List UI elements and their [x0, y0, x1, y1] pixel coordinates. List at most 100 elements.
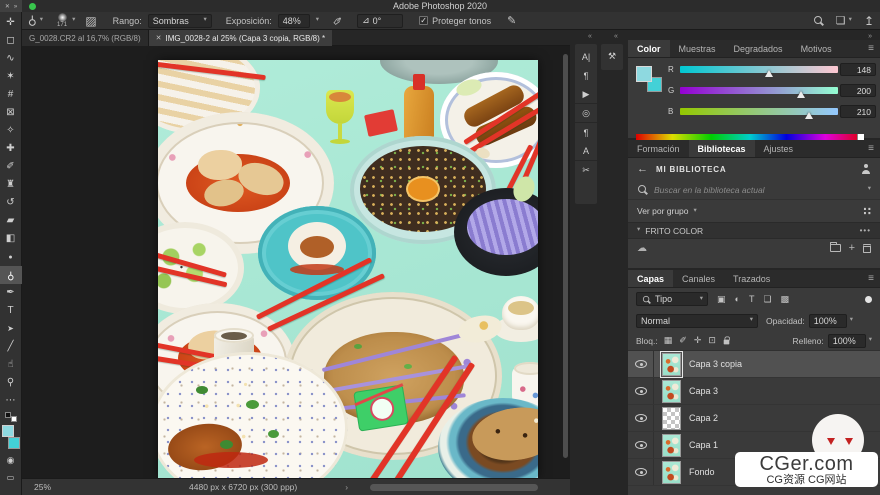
- pen-tool[interactable]: ✒: [0, 284, 22, 302]
- panel-menu-icon[interactable]: ≡: [868, 273, 874, 284]
- search-icon[interactable]: [813, 15, 824, 26]
- layer-visibility-toggle[interactable]: [628, 459, 654, 485]
- collapse-panels-icon[interactable]: «: [614, 33, 618, 40]
- tool-preset-dropdown[interactable]: ⚲ ▾: [28, 14, 43, 28]
- type-tool[interactable]: T: [0, 302, 22, 320]
- new-group-icon[interactable]: [830, 244, 841, 252]
- exposure-input[interactable]: 48%: [278, 14, 310, 28]
- library-group-row[interactable]: ▾ FRITO COLOR •••: [628, 222, 880, 239]
- layer-visibility-toggle[interactable]: [628, 351, 654, 377]
- back-icon[interactable]: ←: [637, 163, 648, 175]
- toolbar-collapse-icon[interactable]: »: [14, 4, 17, 10]
- filter-smart-objects-icon[interactable]: ▩: [781, 294, 790, 305]
- marquee-tool[interactable]: ◻: [0, 32, 22, 50]
- filter-adjustment-layers-icon[interactable]: ◐: [735, 294, 740, 304]
- layer-thumbnail[interactable]: [662, 434, 681, 457]
- crop-tool[interactable]: #: [0, 86, 22, 104]
- blue-slider[interactable]: [680, 108, 838, 115]
- layer-filter-select[interactable]: Tipo ▾: [636, 292, 708, 306]
- delete-icon[interactable]: [863, 244, 871, 253]
- opacity-input[interactable]: 100%: [809, 314, 847, 328]
- paragraph-styles-panel-icon[interactable]: ¶: [575, 123, 597, 142]
- tab-capas[interactable]: Capas: [628, 270, 673, 287]
- color-swatches[interactable]: [636, 66, 662, 92]
- chevron-down-icon[interactable]: ▾: [316, 17, 319, 24]
- layer-name[interactable]: Capa 2: [689, 413, 718, 423]
- frame-tool[interactable]: ⊠: [0, 104, 22, 122]
- filter-toggle-icon[interactable]: [865, 296, 872, 303]
- close-icon[interactable]: ✕: [156, 34, 162, 42]
- view-by-group[interactable]: Ver por grupo ▾ ∷: [628, 200, 880, 222]
- collaborate-icon[interactable]: [861, 164, 871, 174]
- brush-tool[interactable]: ✐: [0, 158, 22, 176]
- timeline-panel-icon[interactable]: ▶: [575, 85, 597, 104]
- paragraph-panel-icon[interactable]: ¶: [575, 66, 597, 85]
- green-value[interactable]: 200: [840, 84, 876, 97]
- tab-muestras[interactable]: Muestras: [670, 40, 725, 57]
- layer-thumbnail[interactable]: [662, 353, 681, 376]
- eraser-tool[interactable]: ▰: [0, 212, 22, 230]
- tab-bibliotecas[interactable]: Bibliotecas: [689, 140, 755, 157]
- history-brush-tool[interactable]: ↺: [0, 194, 22, 212]
- zoom-level[interactable]: 25%: [34, 482, 51, 492]
- lock-artboard-icon[interactable]: ⊡: [708, 335, 716, 346]
- screen-mode-button[interactable]: ▭: [0, 469, 22, 487]
- fill-input[interactable]: 100%: [828, 334, 866, 348]
- blend-mode-select[interactable]: Normal ▾: [636, 314, 758, 328]
- foreground-color-swatch[interactable]: [2, 425, 14, 437]
- filter-type-layers-icon[interactable]: T: [749, 294, 755, 304]
- color-swatches[interactable]: [2, 425, 20, 449]
- quick-selection-tool[interactable]: ✶: [0, 68, 22, 86]
- more-options-icon[interactable]: •••: [860, 226, 871, 235]
- red-slider-thumb[interactable]: [765, 70, 773, 77]
- character-panel-icon[interactable]: A|: [575, 47, 597, 66]
- red-value[interactable]: 148: [840, 63, 876, 76]
- protect-tones-checkbox[interactable]: ✓ Proteger tonos: [419, 16, 491, 26]
- lock-all-icon[interactable]: [724, 340, 730, 345]
- traffic-light-green[interactable]: [29, 3, 36, 10]
- eyedropper-tool[interactable]: ✧: [0, 122, 22, 140]
- workspace-switcher[interactable]: ❏ ▾: [836, 14, 852, 27]
- lock-pixels-icon[interactable]: ✐: [679, 335, 687, 346]
- tab-color[interactable]: Color: [628, 40, 670, 57]
- brush-panel-toggle-icon[interactable]: ▨: [85, 14, 96, 28]
- canvas-horizontal-scrollbar[interactable]: [370, 484, 538, 491]
- lock-transparency-icon[interactable]: ▦: [664, 335, 673, 346]
- expand-panels-icon[interactable]: »: [868, 33, 872, 40]
- move-tool[interactable]: ✛: [0, 14, 22, 32]
- lasso-tool[interactable]: ∿: [0, 50, 22, 68]
- layer-name[interactable]: Capa 3: [689, 386, 718, 396]
- default-colors-control[interactable]: [4, 412, 18, 422]
- tab-degradados[interactable]: Degradados: [725, 40, 792, 57]
- layer-thumbnail[interactable]: [662, 380, 681, 403]
- tool-presets-panel-icon[interactable]: ✂: [575, 161, 597, 180]
- clone-stamp-tool[interactable]: ♜: [0, 176, 22, 194]
- character-styles-panel-icon[interactable]: A: [575, 142, 597, 161]
- chevron-down-icon[interactable]: ▾: [869, 337, 872, 344]
- layer-row-capa3[interactable]: Capa 3: [628, 378, 880, 405]
- background-color-swatch[interactable]: [8, 437, 20, 449]
- tab-ajustes[interactable]: Ajustes: [755, 140, 803, 157]
- document-image[interactable]: [158, 60, 538, 478]
- blue-slider-thumb[interactable]: [805, 112, 813, 119]
- tab-canales[interactable]: Canales: [673, 270, 724, 287]
- status-chevron-icon[interactable]: ›: [345, 482, 348, 492]
- add-item-icon[interactable]: +: [849, 242, 855, 254]
- hand-tool[interactable]: ☝: [0, 356, 22, 374]
- canvas-vertical-scrollbar[interactable]: [563, 54, 568, 458]
- green-slider[interactable]: [680, 87, 838, 94]
- path-selection-tool[interactable]: ➤: [0, 320, 22, 338]
- panel-menu-icon[interactable]: ≡: [868, 143, 874, 154]
- document-tab-1[interactable]: G_0028.CR2 al 16,7% (RGB/8): [22, 30, 149, 46]
- layer-name[interactable]: Capa 3 copia: [689, 359, 742, 369]
- document-tab-2[interactable]: ✕ IMG_0028-2 al 25% (Capa 3 copia, RGB/8…: [149, 30, 333, 46]
- cloud-sync-icon[interactable]: ☁: [637, 243, 647, 254]
- grid-view-icon[interactable]: ∷: [863, 205, 871, 218]
- range-select[interactable]: Sombras ▾: [148, 14, 212, 28]
- tools-setup-panel-icon[interactable]: ⚒: [601, 47, 623, 66]
- filter-pixel-layers-icon[interactable]: ▣: [717, 294, 726, 305]
- healing-brush-tool[interactable]: ✚: [0, 140, 22, 158]
- glyphs-panel-icon[interactable]: ◎: [575, 104, 597, 123]
- collapse-panels-icon[interactable]: «: [588, 33, 592, 40]
- layer-thumbnail-transparent[interactable]: [662, 407, 681, 430]
